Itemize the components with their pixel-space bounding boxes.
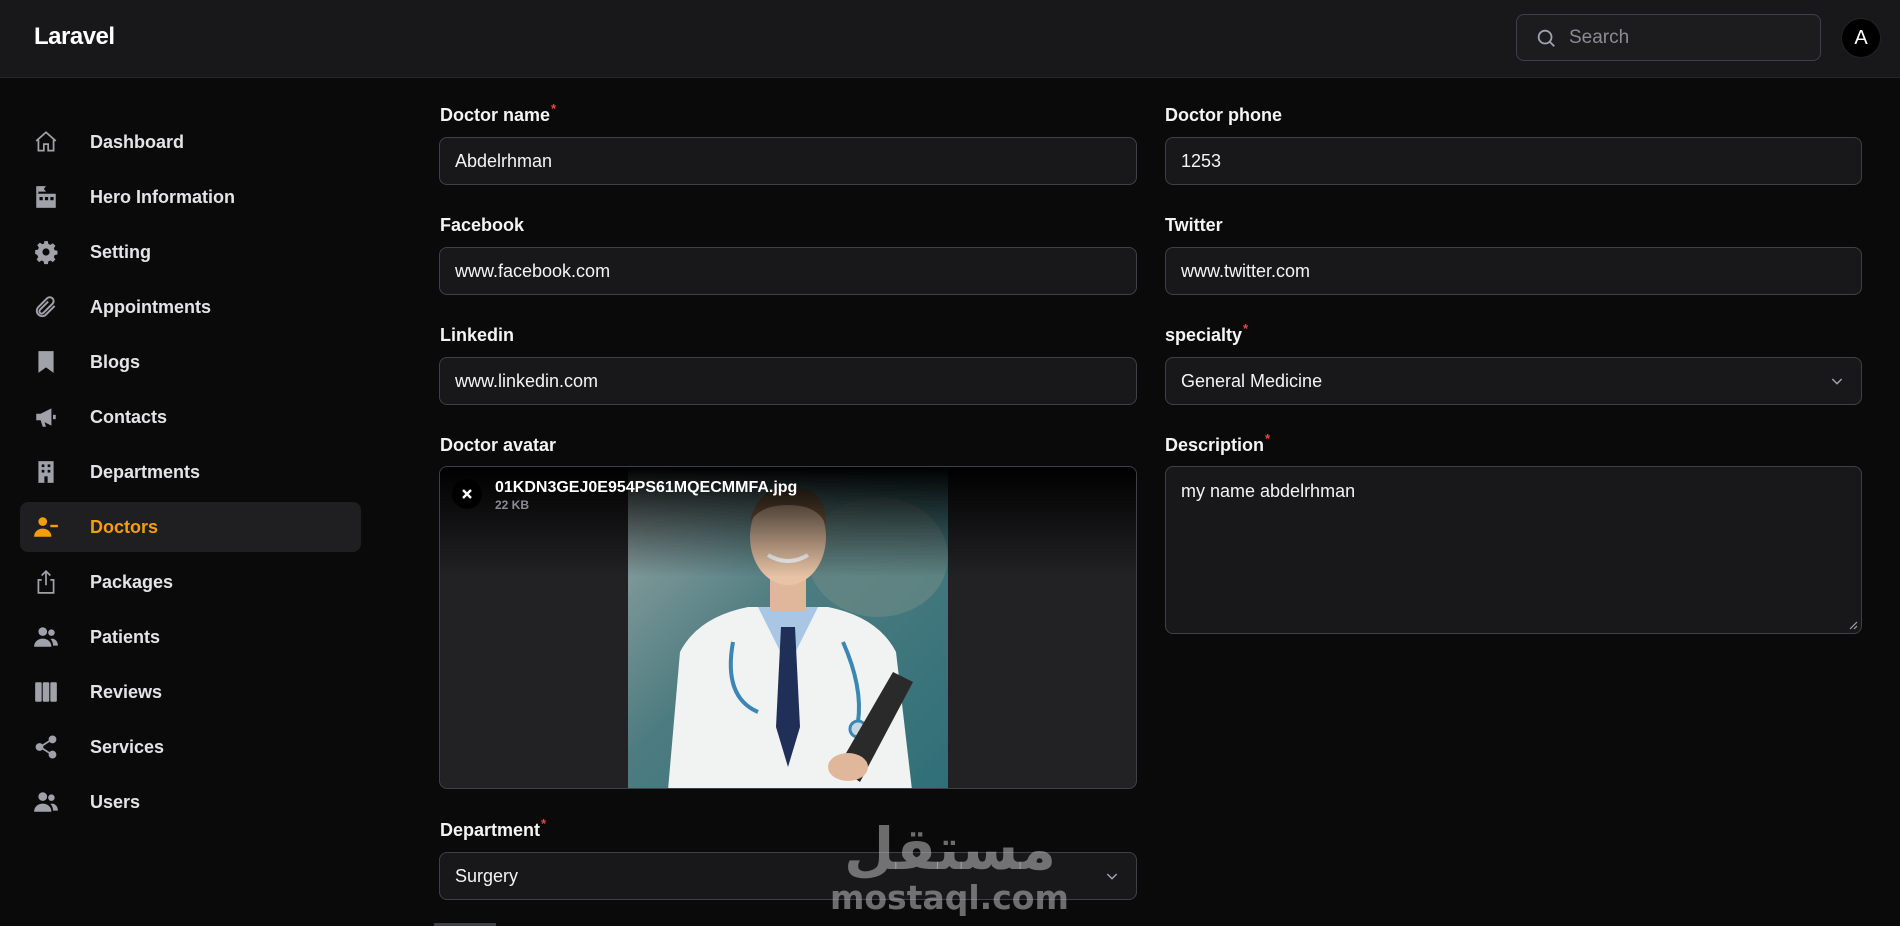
required-marker: * <box>1243 321 1249 336</box>
user-minus-icon <box>32 513 60 541</box>
sidebar-item-label: Departments <box>90 461 201 482</box>
doctor-phone-label: Doctor phone <box>1165 105 1282 125</box>
sidebar-item-label: Users <box>90 791 141 812</box>
users-icon <box>32 623 60 651</box>
specialty-label: specialty* <box>1165 321 1249 345</box>
sidebar-item-appointments[interactable]: Appointments <box>20 282 361 332</box>
paperclip-icon <box>32 293 60 321</box>
sidebar-item-label: Blogs <box>90 351 141 372</box>
twitter-input[interactable]: www.twitter.com <box>1165 247 1862 295</box>
sidebar-item-users[interactable]: Users <box>20 777 361 827</box>
file-name: 01KDN3GEJ0E954PS61MQECMMFA.jpg <box>495 479 798 496</box>
file-size: 22 KB <box>495 498 530 512</box>
gear-icon <box>32 238 60 266</box>
sidebar: Dashboard Hero Information Setting Appoi… <box>0 79 380 926</box>
sidebar-item-doctors[interactable]: Doctors <box>20 502 361 552</box>
watermark-arabic: مستقل <box>843 815 1057 883</box>
resize-handle-icon[interactable] <box>1848 620 1858 630</box>
linkedin-input[interactable]: www.linkedin.com <box>439 357 1137 405</box>
share-icon <box>32 733 60 761</box>
sidebar-item-label: Services <box>90 736 165 757</box>
sidebar-item-hero-information[interactable]: Hero Information <box>20 172 361 222</box>
sidebar-item-departments[interactable]: Departments <box>20 447 361 497</box>
sidebar-item-reviews[interactable]: Reviews <box>20 667 361 717</box>
sidebar-item-label: Patients <box>90 626 161 647</box>
facebook-input[interactable]: www.facebook.com <box>439 247 1137 295</box>
sidebar-item-dashboard[interactable]: Dashboard <box>20 117 361 167</box>
sidebar-item-label: Hero Information <box>90 186 236 207</box>
chevron-down-icon <box>1831 378 1843 385</box>
linkedin-label: Linkedin <box>440 325 515 345</box>
top-bar: Laravel A <box>0 0 1900 78</box>
users-icon <box>32 788 60 816</box>
required-marker: * <box>541 816 547 831</box>
megaphone-icon <box>32 403 60 431</box>
required-marker: * <box>1265 431 1271 446</box>
sidebar-item-contacts[interactable]: Contacts <box>20 392 361 442</box>
building-flag-icon <box>32 183 60 211</box>
sidebar-item-label: Doctors <box>90 516 159 537</box>
doctor-name-label: Doctor name* <box>440 101 557 125</box>
doctor-avatar-label: Doctor avatar <box>440 435 557 455</box>
sidebar-item-packages[interactable]: Packages <box>20 557 361 607</box>
columns-icon <box>32 678 60 706</box>
bookmark-icon <box>32 348 60 376</box>
watermark-latin: mostaql.com <box>830 878 1069 917</box>
sidebar-item-label: Packages <box>90 571 174 592</box>
sidebar-item-label: Dashboard <box>90 131 185 152</box>
sidebar-item-label: Contacts <box>90 406 168 427</box>
sidebar-item-label: Setting <box>90 241 151 262</box>
remove-file-button[interactable] <box>452 479 482 509</box>
required-marker: * <box>551 101 557 116</box>
description-value: my name abdelrhman <box>1181 481 1356 501</box>
specialty-select[interactable]: General Medicine <box>1165 357 1862 405</box>
facebook-label: Facebook <box>440 215 525 235</box>
department-label: Department* <box>440 816 547 840</box>
user-avatar[interactable]: A <box>1841 18 1881 58</box>
sidebar-item-label: Reviews <box>90 681 163 702</box>
specialty-value: General Medicine <box>1181 370 1323 391</box>
doctor-name-input[interactable]: Abdelrhman <box>439 137 1137 185</box>
twitter-label: Twitter <box>1165 215 1223 235</box>
search-input[interactable] <box>1569 26 1799 49</box>
sidebar-item-setting[interactable]: Setting <box>20 227 361 277</box>
share-upload-icon <box>32 568 60 596</box>
department-value: Surgery <box>455 865 519 886</box>
brand-logo[interactable]: Laravel <box>34 23 115 51</box>
avatar-upload[interactable]: 01KDN3GEJ0E954PS61MQECMMFA.jpg 22 KB <box>439 466 1137 789</box>
sidebar-item-blogs[interactable]: Blogs <box>20 337 361 387</box>
office-building-icon <box>32 458 60 486</box>
doctor-phone-input[interactable]: 1253 <box>1165 137 1862 185</box>
close-icon <box>462 489 472 499</box>
search-icon <box>1537 29 1555 47</box>
sidebar-item-services[interactable]: Services <box>20 722 361 772</box>
watermark: مستقل mostaql.com <box>830 820 1070 917</box>
sidebar-item-patients[interactable]: Patients <box>20 612 361 662</box>
description-textarea[interactable]: my name abdelrhman <box>1165 466 1862 634</box>
sidebar-item-label: Appointments <box>90 296 211 317</box>
search-box[interactable] <box>1516 14 1821 61</box>
home-icon <box>32 128 60 156</box>
description-label: Description* <box>1165 431 1271 455</box>
chevron-down-icon <box>1106 873 1118 880</box>
